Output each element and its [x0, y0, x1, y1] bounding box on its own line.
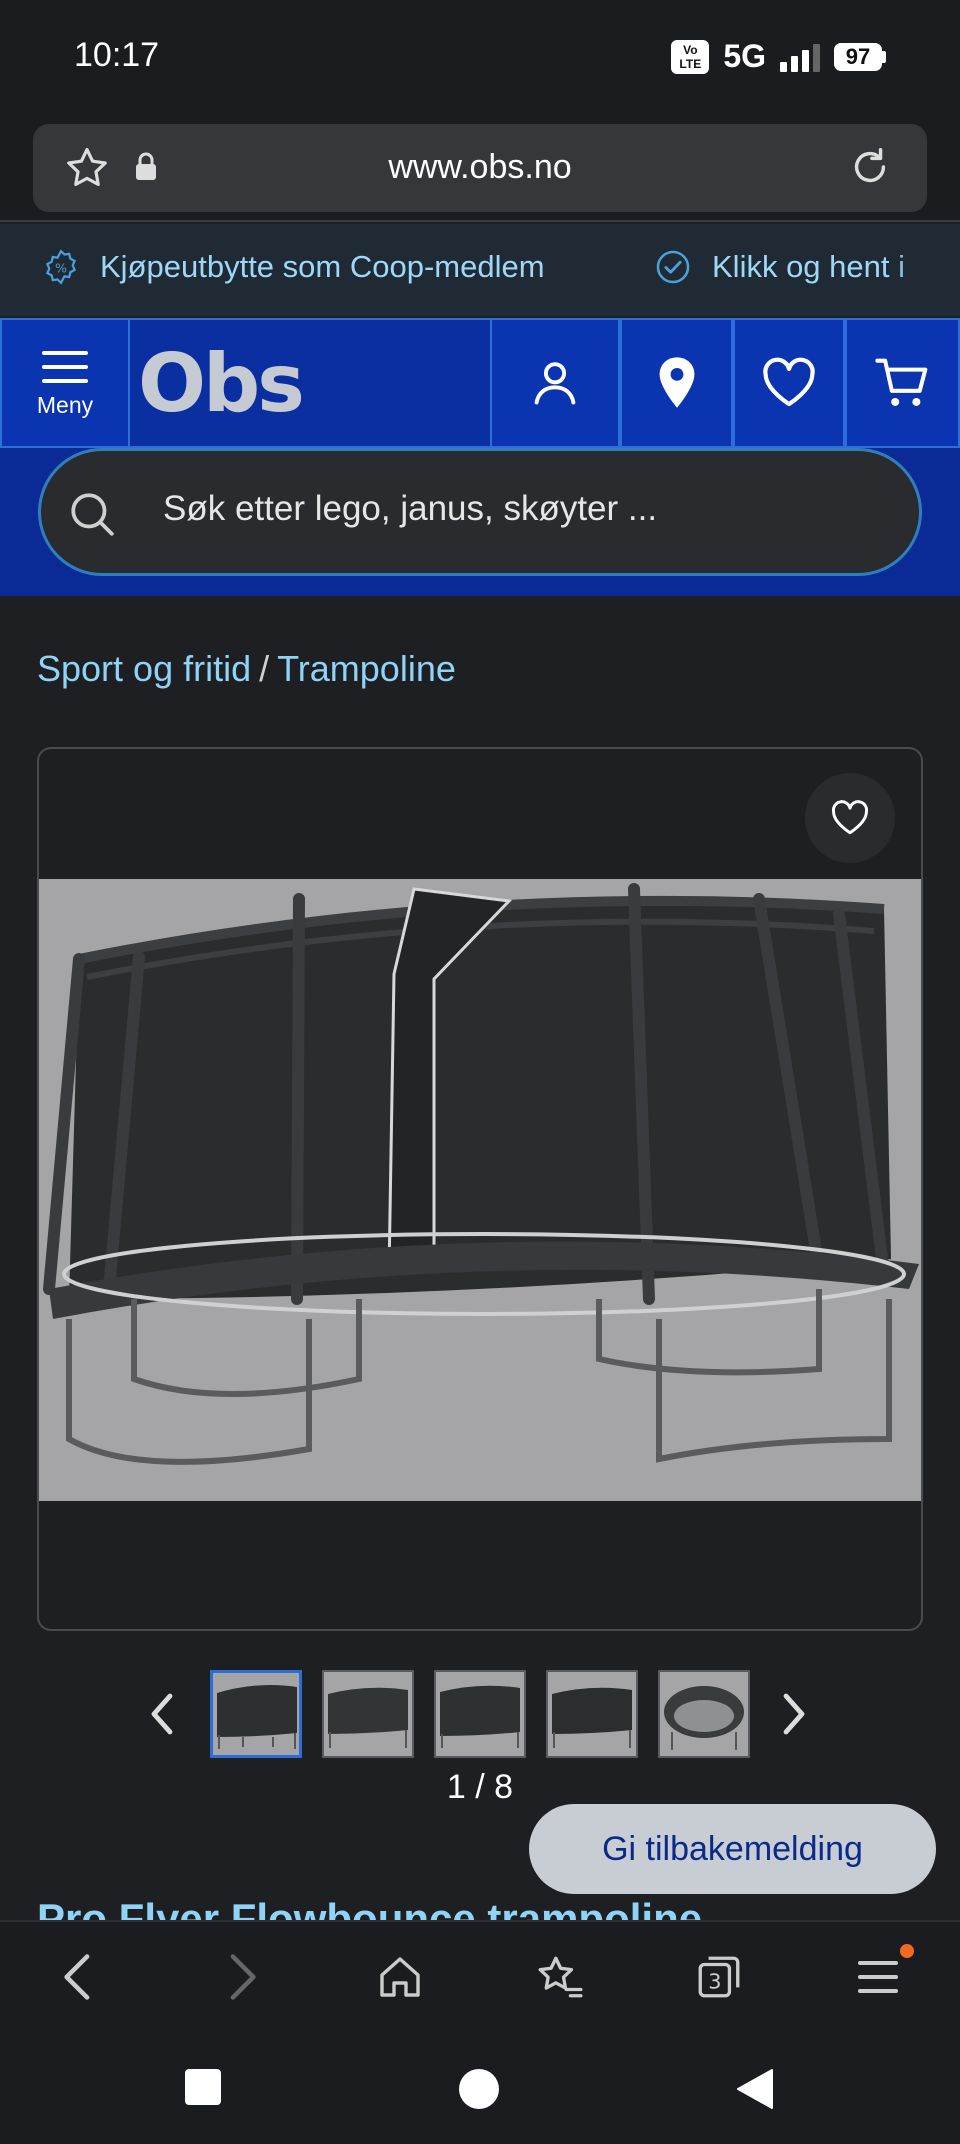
cart-icon [874, 358, 927, 406]
triangle-back-icon [737, 2069, 773, 2109]
status-indicators: Vo LTE 5G 97 [671, 38, 886, 75]
user-icon [534, 362, 576, 405]
next-image-button[interactable] [780, 1692, 808, 1741]
chevron-left-icon [151, 1693, 173, 1735]
tabs-icon: 3 [698, 1956, 740, 1998]
back-system-button[interactable] [734, 2068, 774, 2115]
check-circle-icon [656, 250, 690, 284]
breadcrumb: Sport og fritid / Trampoline [37, 648, 456, 690]
home-button[interactable] [376, 1952, 424, 2007]
search-area: Søk etter lego, janus, skøyter ... [0, 448, 960, 596]
product-title-container: Pro Flyer Flowbounce trampoline [37, 1896, 937, 1920]
heart-icon [831, 800, 869, 835]
thumbnail-1[interactable] [210, 1670, 302, 1758]
tabs-count: 3 [708, 1969, 721, 1993]
store-locator-button[interactable] [620, 318, 733, 448]
star-list-icon [538, 1956, 583, 1998]
volte-icon: Vo LTE [671, 39, 710, 74]
breadcrumb-trampoline[interactable]: Trampoline [277, 648, 456, 689]
thumbnail-4[interactable] [546, 1670, 638, 1758]
product-image[interactable] [39, 879, 921, 1501]
cart-button[interactable] [845, 318, 960, 448]
hamburger-icon [42, 350, 88, 383]
home-icon [380, 1957, 420, 1997]
browser-menu-button[interactable] [856, 1952, 900, 2007]
percent-badge-icon: % [45, 249, 77, 285]
menu-button[interactable]: Meny [0, 318, 130, 448]
svg-text:%: % [55, 261, 67, 276]
product-image-card [37, 747, 923, 1631]
promo-click-collect[interactable]: Klikk og hent i [654, 248, 905, 286]
notification-dot [900, 1944, 914, 1958]
promo-bar: % Kjøpeutbytte som Coop-medlem Klikk og … [0, 224, 960, 316]
thumbnail-strip [0, 1668, 960, 1760]
logo-text: Obs [138, 336, 305, 430]
url-text: www.obs.no [388, 148, 572, 186]
status-bar: 10:17 Vo LTE 5G 97 [0, 0, 960, 112]
network-type: 5G [723, 38, 766, 74]
wishlist-button[interactable] [733, 318, 845, 448]
browser-bottom-nav: 3 [0, 1920, 960, 2032]
status-time: 10:17 [74, 36, 160, 74]
home-system-button[interactable] [458, 2068, 500, 2115]
square-icon [185, 2069, 221, 2105]
thumbnail-5[interactable] [658, 1670, 750, 1758]
bookmarks-button[interactable] [534, 1952, 586, 2007]
add-to-favorites-button[interactable] [805, 773, 895, 863]
account-button[interactable] [490, 318, 620, 448]
obs-logo[interactable]: Obs [130, 318, 490, 448]
promo-click-collect-text: Klikk og hent i [712, 249, 905, 284]
system-navigation-bar [0, 2032, 960, 2144]
circle-icon [459, 2069, 499, 2109]
signal-icon [780, 42, 820, 72]
promo-member-text: Kjøpeutbytte som Coop-medlem [100, 249, 545, 284]
chevron-right-icon [783, 1693, 805, 1735]
feedback-button[interactable]: Gi tilbakemelding [529, 1804, 936, 1894]
menu-icon [858, 1961, 898, 1993]
recents-button[interactable] [184, 2068, 222, 2111]
tabs-button[interactable]: 3 [694, 1952, 744, 2007]
image-counter: 1 / 8 [446, 1768, 514, 1806]
search-field[interactable]: Søk etter lego, janus, skøyter ... [38, 448, 922, 576]
thumbnail-2[interactable] [322, 1670, 414, 1758]
forward-arrow-icon [230, 1954, 256, 2000]
browser-toolbar: www.obs.no [0, 112, 960, 222]
reload-icon[interactable] [847, 144, 893, 195]
search-input[interactable]: Søk etter lego, janus, skøyter ... [163, 489, 657, 529]
site-header: Meny Obs [0, 318, 960, 448]
product-title: Pro Flyer Flowbounce trampoline [37, 1896, 703, 1920]
breadcrumb-sport[interactable]: Sport og fritid [37, 648, 251, 689]
search-icon [71, 493, 114, 536]
battery-icon: 97 [834, 42, 886, 71]
address-bar[interactable]: www.obs.no [33, 124, 927, 212]
heart-icon [763, 357, 815, 407]
battery-level: 97 [834, 42, 882, 71]
forward-button[interactable] [222, 1952, 262, 2007]
breadcrumb-separator: / [259, 648, 270, 689]
thumbnail-3[interactable] [434, 1670, 526, 1758]
menu-label: Meny [36, 391, 94, 418]
location-pin-icon [659, 357, 694, 408]
back-button[interactable] [58, 1952, 98, 2007]
back-arrow-icon [64, 1954, 90, 2000]
promo-member-benefit[interactable]: % Kjøpeutbytte som Coop-medlem [42, 248, 545, 286]
previous-image-button[interactable] [148, 1692, 176, 1741]
